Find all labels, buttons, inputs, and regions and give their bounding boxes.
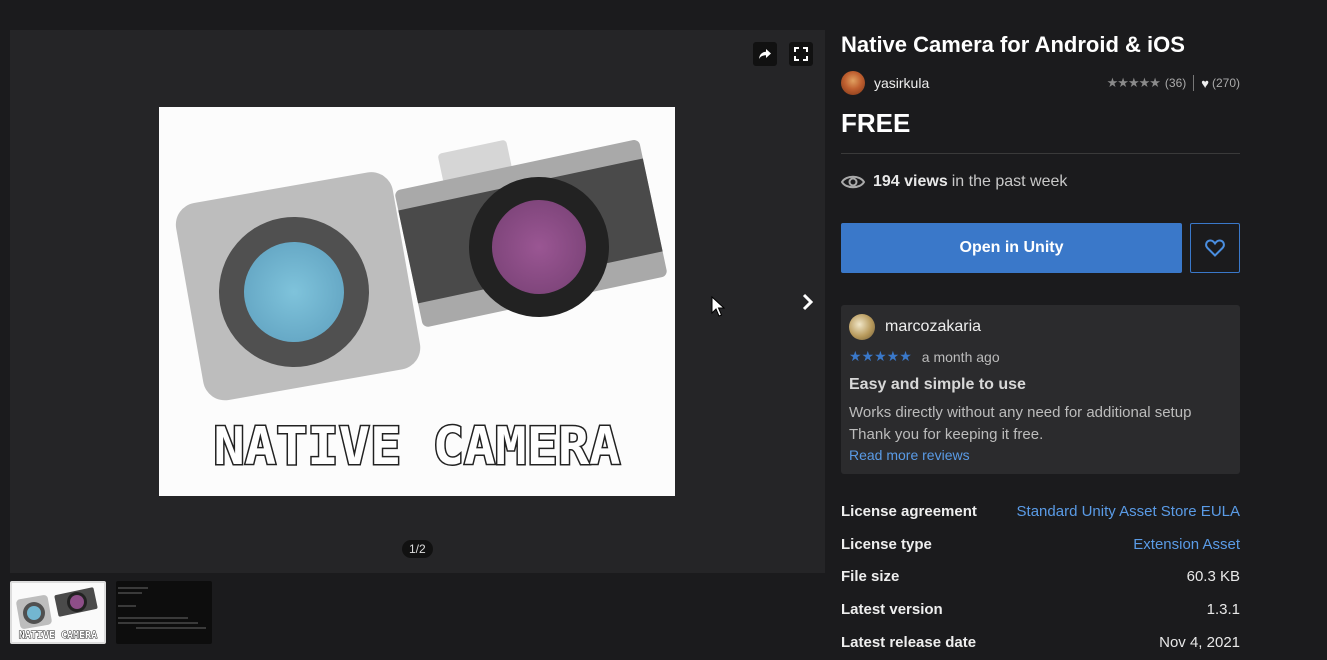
file-size-value: 60.3 KB (1186, 568, 1240, 586)
detail-row-license-type: License type Extension Asset (841, 528, 1240, 561)
views-stat: 194 views in the past week (841, 173, 1240, 191)
read-more-reviews-link[interactable]: Read more reviews (849, 447, 1232, 463)
heart-icon: ♥ (1201, 75, 1209, 91)
release-date-value: Nov 4, 2021 (1159, 634, 1240, 652)
open-in-unity-button[interactable]: Open in Unity (841, 223, 1182, 273)
fullscreen-button[interactable] (789, 42, 813, 66)
thumb-title-text: NATIVE CAMERA (19, 630, 97, 641)
rating-stars-icon[interactable]: ★★★★★ (1107, 75, 1161, 91)
review-date: a month ago (921, 348, 1000, 365)
review-stars-icon: ★★★★★ (849, 348, 912, 364)
detail-row-latest-version: Latest version 1.3.1 (841, 593, 1240, 626)
product-info-panel: Native Camera for Android & iOS yasirkul… (841, 30, 1240, 659)
thumbnail-1[interactable]: NATIVE CAMERA (10, 581, 106, 644)
license-agreement-link[interactable]: Standard Unity Asset Store EULA (1017, 503, 1240, 520)
publisher-row: yasirkula ★★★★★ (36) ♥ (270) (841, 70, 1240, 96)
publisher-avatar[interactable] (841, 71, 865, 95)
review-body: Works directly without any need for addi… (849, 402, 1232, 446)
main-product-image[interactable]: NATIVE CAMERA (159, 107, 675, 496)
divider (841, 153, 1240, 154)
add-to-favorites-button[interactable] (1190, 223, 1240, 273)
divider (1193, 75, 1195, 91)
latest-version-value: 1.3.1 (1206, 601, 1240, 619)
cursor-icon (711, 295, 726, 323)
views-suffix: in the past week (951, 173, 1068, 190)
detail-row-license-agreement: License agreement Standard Unity Asset S… (841, 495, 1240, 528)
share-button[interactable] (753, 42, 777, 66)
hero-title-text: NATIVE CAMERA (214, 417, 621, 477)
publisher-name[interactable]: yasirkula (874, 75, 1107, 91)
thumbnail-2[interactable] (116, 581, 212, 644)
review-card: marcozakaria ★★★★★ a month ago Easy and … (841, 305, 1240, 474)
review-body-line: Works directly without any need for addi… (849, 404, 1192, 421)
reviewer-avatar (849, 314, 875, 340)
review-title: Easy and simple to use (849, 376, 1026, 393)
detail-label: License agreement (841, 502, 977, 520)
views-count: 194 views (873, 173, 948, 190)
detail-label: Latest version (841, 601, 943, 619)
image-pager: 1/2 (402, 540, 433, 558)
detail-row-file-size: File size 60.3 KB (841, 561, 1240, 594)
detail-label: Latest release date (841, 634, 977, 652)
heart-icon (1205, 239, 1225, 257)
price-label: FREE (841, 108, 911, 138)
product-title: Native Camera for Android & iOS (841, 32, 1185, 57)
fullscreen-icon (794, 47, 808, 61)
reviewer-name: marcozakaria (885, 318, 982, 335)
chevron-right-icon (802, 293, 814, 311)
next-image-button[interactable] (795, 288, 821, 316)
detail-label: License type (841, 535, 932, 553)
rating-count[interactable]: (36) (1165, 76, 1186, 90)
license-type-link[interactable]: Extension Asset (1133, 536, 1240, 553)
detail-label: File size (841, 568, 900, 586)
favorites-count: (270) (1211, 76, 1240, 90)
asset-details: License agreement Standard Unity Asset S… (841, 495, 1240, 659)
image-gallery: NATIVE CAMERA 1/2 (10, 30, 825, 573)
review-body-line: Thank you for keeping it free. (849, 426, 1044, 443)
share-icon (759, 49, 771, 59)
detail-row-release-date: Latest release date Nov 4, 2021 (841, 626, 1240, 659)
eye-icon (841, 175, 865, 189)
